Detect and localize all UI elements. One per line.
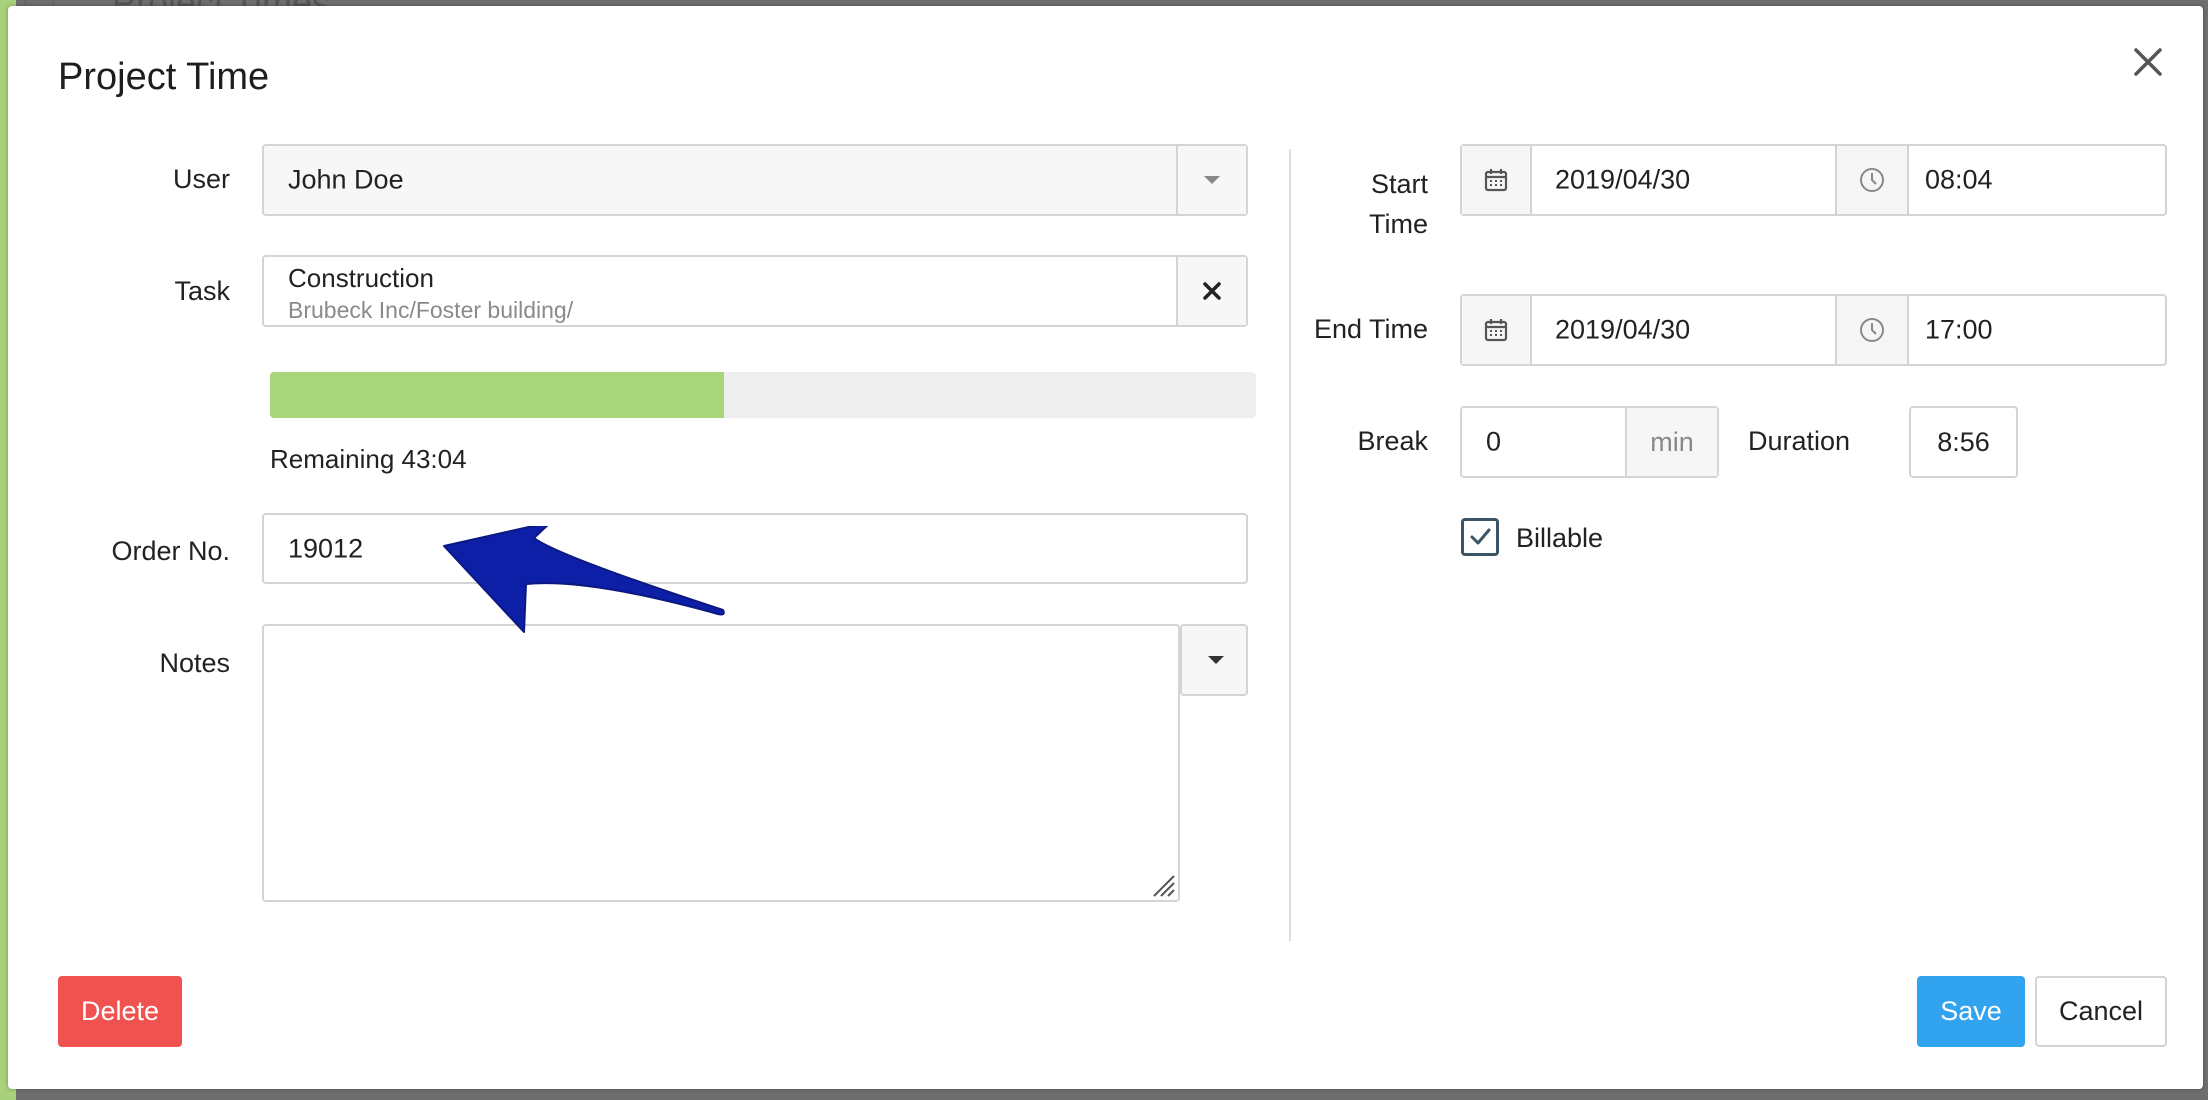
break-label: Break (1357, 426, 1428, 456)
resize-handle-icon[interactable] (1150, 872, 1176, 898)
end-time-label: End Time (1313, 314, 1428, 344)
start-time-picker-button[interactable] (1835, 146, 1909, 214)
duration-value: 8:56 (1937, 426, 1990, 457)
break-unit: min (1625, 408, 1717, 476)
column-divider (1289, 149, 1291, 941)
close-button[interactable] (2126, 40, 2170, 84)
billable-checkbox[interactable] (1461, 518, 1499, 556)
start-time-label: Start Time (1369, 169, 1428, 239)
task-path: Brubeck Inc/Foster building/ (288, 297, 574, 323)
task-label: Task (174, 276, 230, 306)
order-no-label: Order No. (111, 536, 230, 566)
annotation-arrow-icon (443, 526, 725, 633)
user-select[interactable]: John Doe (262, 144, 1248, 216)
notes-label: Notes (159, 648, 230, 678)
project-time-dialog: Project Time User John Doe Task Construc… (8, 6, 2203, 1089)
order-no-input[interactable]: 19012 (262, 513, 1248, 584)
end-time-input[interactable]: 17:00 (1925, 315, 1993, 346)
billable-label[interactable]: Billable (1516, 523, 1603, 554)
start-time-input[interactable]: 08:04 (1925, 165, 1993, 196)
notes-templates-dropdown[interactable] (1180, 624, 1248, 696)
task-progress-fill (270, 372, 724, 418)
end-time-group: 2019/04/30 17:00 (1460, 294, 2167, 366)
start-time-group: 2019/04/30 08:04 (1460, 144, 2167, 216)
dialog-title: Project Time (58, 56, 270, 98)
cancel-button[interactable]: Cancel (2035, 976, 2167, 1047)
start-date-picker-button[interactable] (1462, 146, 1532, 214)
end-date-input[interactable]: 2019/04/30 (1555, 315, 1690, 346)
calendar-icon (1484, 319, 1508, 342)
close-icon (2134, 48, 2162, 76)
start-date-input[interactable]: 2019/04/30 (1555, 165, 1690, 196)
task-name: Construction (288, 263, 434, 293)
user-value: John Doe (288, 164, 404, 195)
end-date-picker-button[interactable] (1462, 296, 1532, 364)
clear-icon (1203, 282, 1221, 300)
chevron-down-icon (1208, 656, 1224, 664)
break-input[interactable]: 0 min (1460, 406, 1719, 478)
calendar-icon (1484, 169, 1508, 192)
order-no-value: 19012 (288, 533, 364, 563)
user-label: User (172, 164, 230, 194)
task-progress-bar (270, 372, 1256, 418)
delete-button[interactable]: Delete (58, 976, 182, 1047)
save-button[interactable]: Save (1917, 976, 2025, 1047)
remaining-time-text: Remaining 43:04 (270, 444, 467, 474)
break-value: 0 (1486, 426, 1502, 457)
duration-field[interactable]: 8:56 (1909, 406, 2018, 478)
task-clear-button[interactable] (1176, 257, 1246, 325)
clock-icon (1860, 168, 1884, 192)
user-dropdown-toggle[interactable] (1176, 146, 1246, 214)
task-field[interactable]: Construction Brubeck Inc/Foster building… (262, 255, 1248, 327)
check-icon (1470, 528, 1491, 545)
duration-label: Duration (1748, 426, 1851, 456)
clock-icon (1860, 318, 1884, 342)
notes-textarea[interactable] (262, 624, 1180, 902)
chevron-down-icon (1204, 176, 1220, 184)
end-time-picker-button[interactable] (1835, 296, 1909, 364)
